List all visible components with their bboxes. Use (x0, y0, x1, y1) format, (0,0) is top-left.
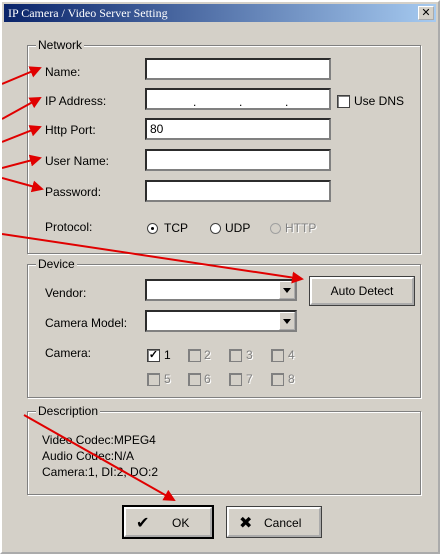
http-port-input[interactable] (145, 118, 331, 140)
checkmark-icon: ✔ (136, 513, 150, 532)
protocol-http-label: HTTP (285, 221, 317, 235)
description-group: Description Video Codec:MPEG4 Audio Code… (27, 404, 421, 495)
camera-3-label: 3 (246, 348, 253, 362)
password-label: Password: (45, 185, 102, 199)
ip-address-input[interactable]: . . . (145, 88, 331, 110)
close-button[interactable]: ✕ (418, 6, 434, 20)
description-line: Audio Codec:N/A (42, 449, 135, 463)
camera-1-checkbox[interactable]: ✓ (147, 349, 160, 362)
protocol-udp-label: UDP (225, 221, 251, 235)
cancel-label: Cancel (264, 516, 302, 530)
camera-3-checkbox[interactable] (229, 349, 242, 362)
camera-5-checkbox[interactable] (147, 373, 160, 386)
description-line: Camera:1, DI:2, DO:2 (42, 465, 159, 479)
camera-4-label: 4 (288, 348, 295, 362)
window-title: IP Camera / Video Server Setting (8, 6, 168, 20)
description-text: Video Codec:MPEG4 Audio Codec:N/A Camera… (42, 432, 158, 480)
http-port-label: Http Port: (45, 123, 96, 137)
network-legend: Network (36, 38, 85, 52)
camera-6-checkbox[interactable] (188, 373, 201, 386)
camera-8-checkbox[interactable] (271, 373, 284, 386)
camera-label: Camera: (45, 346, 92, 360)
cancel-button[interactable]: ✖ Cancel (226, 506, 322, 538)
camera-8-label: 8 (288, 372, 295, 386)
ip-dot-3: . (285, 95, 289, 109)
description-line: Video Codec:MPEG4 (42, 433, 156, 447)
use-dns-checkbox[interactable] (337, 95, 350, 108)
ip-address-label: IP Address: (45, 94, 107, 108)
camera-model-label: Camera Model: (45, 316, 128, 330)
protocol-tcp-radio[interactable] (147, 223, 158, 234)
camera-2-label: 2 (204, 348, 211, 362)
vendor-dropdown-icon[interactable] (279, 281, 295, 299)
camera-4-checkbox[interactable] (271, 349, 284, 362)
user-name-input[interactable] (145, 149, 331, 171)
camera-model-select[interactable] (145, 310, 297, 332)
name-label: Name: (45, 65, 81, 79)
title-bar: IP Camera / Video Server Setting ✕ (4, 4, 436, 22)
x-icon: ✖ (239, 513, 253, 532)
device-legend: Device (36, 257, 77, 271)
ok-button[interactable]: ✔ OK (122, 505, 214, 539)
camera-5-label: 5 (164, 372, 171, 386)
protocol-http-radio[interactable] (270, 223, 281, 234)
camera-7-checkbox[interactable] (229, 373, 242, 386)
camera-1-label: 1 (164, 348, 171, 362)
protocol-tcp-label: TCP (164, 221, 188, 235)
camera-6-label: 6 (204, 372, 211, 386)
vendor-label: Vendor: (45, 286, 87, 300)
protocol-label: Protocol: (45, 220, 93, 234)
ip-dot-1: . (193, 95, 197, 109)
ip-dot-2: . (239, 95, 243, 109)
description-legend: Description (36, 404, 101, 418)
camera-7-label: 7 (246, 372, 253, 386)
use-dns-label: Use DNS (354, 94, 405, 108)
camera-2-checkbox[interactable] (188, 349, 201, 362)
vendor-select[interactable] (145, 279, 297, 301)
name-input[interactable] (145, 58, 331, 80)
auto-detect-button[interactable]: Auto Detect (309, 276, 415, 306)
password-input[interactable] (145, 180, 331, 202)
user-name-label: User Name: (45, 154, 110, 168)
settings-dialog: IP Camera / Video Server Setting ✕ Netwo… (0, 0, 440, 554)
camera-model-dropdown-icon[interactable] (279, 312, 295, 330)
ok-label: OK (172, 516, 190, 530)
protocol-udp-radio[interactable] (210, 223, 221, 234)
